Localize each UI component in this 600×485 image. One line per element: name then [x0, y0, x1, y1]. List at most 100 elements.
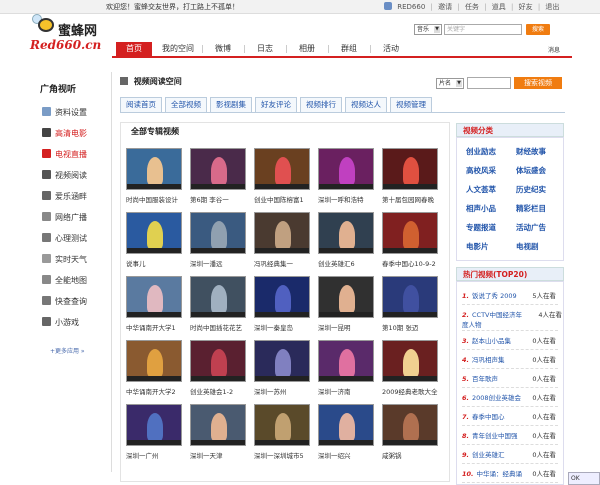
nav-tab-group[interactable]: 群组: [332, 42, 366, 56]
category-link[interactable]: 人文荟萃: [466, 184, 496, 195]
video-thumbnail[interactable]: [318, 340, 374, 382]
sidebar-item[interactable]: 高清电影: [42, 127, 87, 141]
video-title[interactable]: 中华诵南开大学2: [126, 386, 194, 396]
nav-tab-blog[interactable]: 日志: [248, 42, 282, 56]
category-link[interactable]: 电影片: [466, 241, 489, 252]
video-thumbnail[interactable]: [254, 340, 310, 382]
video-thumbnail[interactable]: [382, 404, 438, 446]
sidebar-item[interactable]: 全能地图: [42, 274, 87, 288]
video-title[interactable]: 第十届包园网春晚: [382, 194, 450, 204]
video-title[interactable]: 时尚中国服装设计: [126, 194, 194, 204]
sidebar-item[interactable]: 资料设置: [42, 106, 87, 120]
video-thumbnail[interactable]: [254, 276, 310, 318]
video-title[interactable]: 第10期 张迈: [382, 322, 450, 332]
video-thumbnail[interactable]: [190, 212, 246, 254]
video-title[interactable]: 中华诵南开大学1: [126, 322, 194, 332]
toplink-tasks[interactable]: 任务: [465, 3, 479, 11]
film-field-select[interactable]: 片名 ▼: [436, 78, 464, 89]
video-thumbnail[interactable]: [190, 404, 246, 446]
sidebar-item[interactable]: 爱乐涵畔: [42, 190, 87, 204]
hot-video-item[interactable]: 9. 创业英雄汇 0人在看: [462, 449, 562, 459]
video-title[interactable]: 第6期 李谷一: [190, 194, 258, 204]
video-thumbnail[interactable]: [126, 404, 182, 446]
category-link[interactable]: 相声小品: [466, 203, 496, 214]
video-title[interactable]: 深圳一秦皇岛: [254, 322, 322, 332]
category-link[interactable]: 创业励志: [466, 146, 496, 157]
sidebar-item[interactable]: 实时天气: [42, 253, 87, 267]
hot-video-item[interactable]: 6. 2008创业英雄会 0人在看: [462, 392, 562, 402]
nav-tab-activity[interactable]: 活动: [374, 42, 408, 56]
video-title[interactable]: 深圳一呼和浩特: [318, 194, 386, 204]
video-title[interactable]: 春季中国心10-9-2: [382, 258, 450, 268]
hot-video-item[interactable]: 8. 青年创业中国强 0人在看: [462, 430, 562, 440]
nav-tab-my-space[interactable]: 我的空间: [156, 42, 200, 56]
video-thumbnail[interactable]: [126, 148, 182, 190]
category-link[interactable]: 历史纪实: [516, 184, 546, 195]
hot-video-item[interactable]: 10. 中华诵：经典诵 0人在看: [462, 468, 562, 478]
video-thumbnail[interactable]: [318, 148, 374, 190]
hot-video-item[interactable]: 5. 百年歌声 0人在看: [462, 373, 562, 383]
toplink-user[interactable]: RED660: [397, 3, 425, 11]
search-type-select[interactable]: 音乐 ▼: [414, 24, 442, 35]
category-link[interactable]: 精彩栏目: [516, 203, 546, 214]
video-title[interactable]: 深圳一潘远: [190, 258, 258, 268]
video-thumbnail[interactable]: [382, 276, 438, 318]
video-search-button[interactable]: 搜索视频: [514, 77, 562, 89]
category-link[interactable]: 活动广告: [516, 222, 546, 233]
more-apps-link[interactable]: +更多应用 »: [50, 346, 85, 355]
sidebar-item[interactable]: 电视直播: [42, 148, 87, 162]
corner-badge[interactable]: OK: [568, 472, 600, 485]
site-logo[interactable]: 蜜蜂网 Red660.cn: [28, 14, 108, 54]
video-title[interactable]: 2009经典老歌大全: [382, 386, 450, 396]
category-link[interactable]: 专题报道: [466, 222, 496, 233]
toplink-logout[interactable]: 退出: [545, 3, 559, 11]
video-title[interactable]: 深圳一苏州: [254, 386, 322, 396]
video-title[interactable]: 创业英雄汇6: [318, 258, 386, 268]
subtab-0[interactable]: 阅读首页: [120, 97, 162, 113]
video-thumbnail[interactable]: [126, 212, 182, 254]
subtab-4[interactable]: 视频排行: [300, 97, 342, 113]
video-title[interactable]: 咸粥锅: [382, 450, 450, 460]
hot-video-item[interactable]: 3. 赵本山小品集 0人在看: [462, 335, 562, 345]
video-title[interactable]: 深圳一昆明: [318, 322, 386, 332]
sidebar-item[interactable]: 网络广播: [42, 211, 87, 225]
video-title[interactable]: 冯巩经典集一: [254, 258, 322, 268]
video-thumbnail[interactable]: [190, 340, 246, 382]
toplink-props[interactable]: 道具: [492, 3, 506, 11]
nav-tab-album[interactable]: 相册: [290, 42, 324, 56]
video-thumbnail[interactable]: [382, 340, 438, 382]
category-link[interactable]: 高校风采: [466, 165, 496, 176]
video-thumbnail[interactable]: [318, 404, 374, 446]
nav-tab-home[interactable]: 首页: [116, 42, 152, 56]
hot-video-item[interactable]: 4. 冯巩相声集 0人在看: [462, 354, 562, 364]
subtab-6[interactable]: 视频管理: [390, 97, 432, 113]
hot-video-item[interactable]: 1. 饭说了秀 2009 5人在看: [462, 290, 562, 300]
video-thumbnail[interactable]: [318, 212, 374, 254]
search-button[interactable]: 搜索: [526, 24, 550, 35]
video-title[interactable]: 深圳一广州: [126, 450, 194, 460]
video-title[interactable]: 创业中国陈榕富1: [254, 194, 322, 204]
toplink-friends[interactable]: 好友: [519, 3, 533, 11]
subtab-3[interactable]: 好友评论: [255, 97, 297, 113]
hot-video-item[interactable]: 2. CCTV中国经济年度人物 4人在看: [462, 309, 562, 329]
video-title[interactable]: 说事儿: [126, 258, 194, 268]
video-title[interactable]: 深圳一深圳城市5: [254, 450, 322, 460]
toplink-invite[interactable]: 邀请: [438, 3, 452, 11]
subtab-5[interactable]: 视频达人: [345, 97, 387, 113]
video-thumbnail[interactable]: [254, 404, 310, 446]
search-input[interactable]: 关键字: [444, 24, 522, 35]
video-title[interactable]: 创业英雄会1-2: [190, 386, 258, 396]
video-title[interactable]: 深圳一绍兴: [318, 450, 386, 460]
hot-video-item[interactable]: 7. 春季中国心 0人在看: [462, 411, 562, 421]
video-thumbnail[interactable]: [254, 148, 310, 190]
nav-tab-weibo[interactable]: 微博: [206, 42, 240, 56]
video-thumbnail[interactable]: [382, 212, 438, 254]
video-thumbnail[interactable]: [318, 276, 374, 318]
video-search-input[interactable]: [467, 77, 511, 89]
video-title[interactable]: 时尚中国插花花艺: [190, 322, 258, 332]
category-link[interactable]: 体坛盛会: [516, 165, 546, 176]
sidebar-item[interactable]: 快查查询: [42, 295, 87, 309]
video-title[interactable]: 深圳一天津: [190, 450, 258, 460]
category-link[interactable]: 财经故事: [516, 146, 546, 157]
video-thumbnail[interactable]: [254, 212, 310, 254]
